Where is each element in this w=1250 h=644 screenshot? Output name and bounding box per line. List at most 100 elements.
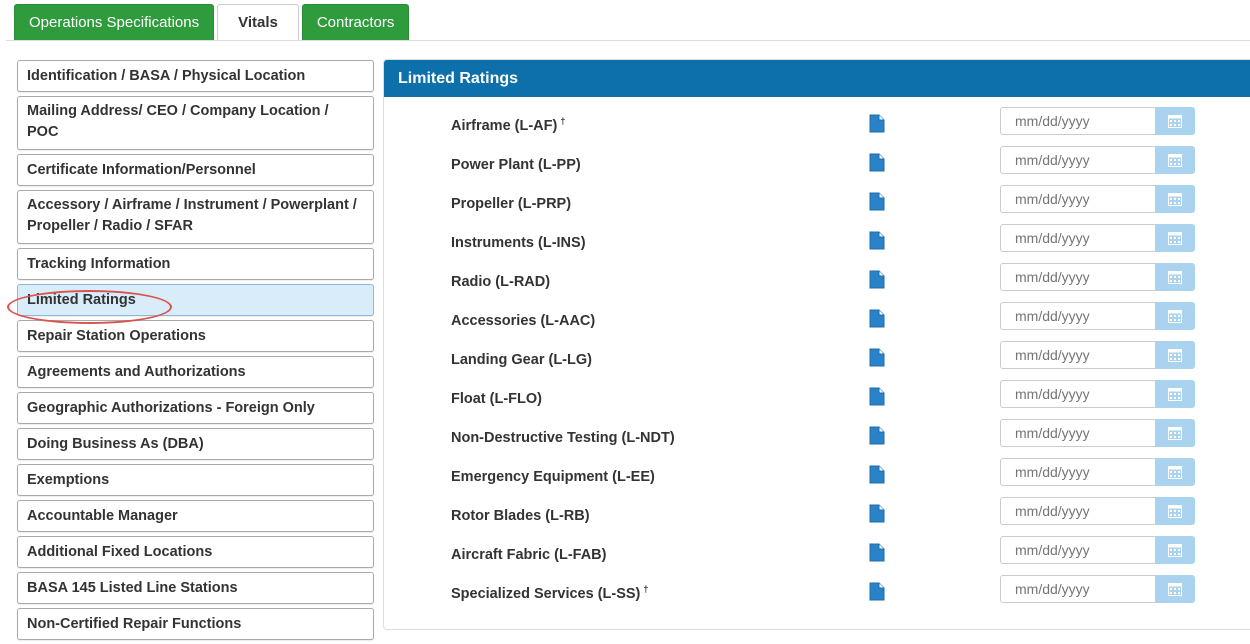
calendar-button[interactable]: [1155, 185, 1195, 213]
rating-label: Radio (L-RAD): [451, 273, 551, 290]
calendar-icon: [1168, 270, 1182, 284]
rating-label: Accessories (L-AAC): [451, 312, 596, 329]
rating-row: Accessories (L-AAC): [384, 302, 1250, 336]
calendar-button[interactable]: [1155, 263, 1195, 291]
panel-title: Limited Ratings: [384, 60, 1250, 97]
date-input[interactable]: [1000, 536, 1155, 564]
date-picker: [1000, 224, 1195, 252]
calendar-icon: [1168, 504, 1182, 518]
date-picker: [1000, 185, 1195, 213]
calendar-button[interactable]: [1155, 302, 1195, 330]
rating-label: Specialized Services (L-SS) †: [451, 584, 649, 602]
rating-label: Aircraft Fabric (L-FAB): [451, 546, 607, 563]
tab-operations-specifications[interactable]: Operations Specifications: [14, 4, 215, 40]
sidebar-item-certificate-information[interactable]: Certificate Information/Personnel: [17, 154, 374, 186]
date-input[interactable]: [1000, 341, 1155, 369]
calendar-button[interactable]: [1155, 458, 1195, 486]
calendar-button[interactable]: [1155, 380, 1195, 408]
rating-label: Power Plant (L-PP): [451, 156, 581, 173]
rating-label: Non-Destructive Testing (L-NDT): [451, 429, 675, 446]
sidebar-item-doing-business-as[interactable]: Doing Business As (DBA): [17, 428, 374, 460]
document-icon[interactable]: [869, 231, 885, 250]
rating-label: Landing Gear (L-LG): [451, 351, 592, 368]
document-icon[interactable]: [869, 153, 885, 172]
date-input[interactable]: [1000, 380, 1155, 408]
date-picker: [1000, 302, 1195, 330]
sidebar: Identification / BASA / Physical Locatio…: [17, 60, 374, 644]
document-icon[interactable]: [869, 582, 885, 601]
calendar-button[interactable]: [1155, 536, 1195, 564]
document-icon[interactable]: [869, 426, 885, 445]
document-icon[interactable]: [869, 114, 885, 133]
calendar-icon: [1168, 465, 1182, 479]
date-picker: [1000, 497, 1195, 525]
calendar-button[interactable]: [1155, 575, 1195, 603]
sidebar-item-tracking-information[interactable]: Tracking Information: [17, 248, 374, 280]
date-input[interactable]: [1000, 497, 1155, 525]
date-picker: [1000, 458, 1195, 486]
sidebar-item-additional-fixed-locations[interactable]: Additional Fixed Locations: [17, 536, 374, 568]
date-input[interactable]: [1000, 185, 1155, 213]
sidebar-item-non-certified-repair-functions[interactable]: Non-Certified Repair Functions: [17, 608, 374, 640]
document-icon[interactable]: [869, 504, 885, 523]
document-icon[interactable]: [869, 348, 885, 367]
sidebar-item-mailing-address[interactable]: Mailing Address/ CEO / Company Location …: [17, 96, 374, 150]
tab-bar: Operations Specifications Vitals Contrac…: [14, 4, 412, 41]
calendar-icon: [1168, 114, 1182, 128]
date-picker: [1000, 380, 1195, 408]
date-input[interactable]: [1000, 146, 1155, 174]
date-input[interactable]: [1000, 224, 1155, 252]
date-input[interactable]: [1000, 107, 1155, 135]
calendar-button[interactable]: [1155, 146, 1195, 174]
date-picker: [1000, 107, 1195, 135]
date-input[interactable]: [1000, 575, 1155, 603]
calendar-icon: [1168, 582, 1182, 596]
date-input[interactable]: [1000, 302, 1155, 330]
document-icon[interactable]: [869, 465, 885, 484]
document-icon[interactable]: [869, 192, 885, 211]
document-icon[interactable]: [869, 270, 885, 289]
calendar-icon: [1168, 348, 1182, 362]
rating-row: Rotor Blades (L-RB): [384, 497, 1250, 531]
sidebar-item-basa-145-line-stations[interactable]: BASA 145 Listed Line Stations: [17, 572, 374, 604]
date-picker: [1000, 419, 1195, 447]
rating-label: Emergency Equipment (L-EE): [451, 468, 655, 485]
calendar-icon: [1168, 387, 1182, 401]
rating-row: Specialized Services (L-SS) †: [384, 575, 1250, 609]
sidebar-item-accountable-manager[interactable]: Accountable Manager: [17, 500, 374, 532]
date-input[interactable]: [1000, 458, 1155, 486]
document-icon[interactable]: [869, 543, 885, 562]
calendar-button[interactable]: [1155, 497, 1195, 525]
document-icon[interactable]: [869, 387, 885, 406]
rating-row: Radio (L-RAD): [384, 263, 1250, 297]
sidebar-item-repair-station-operations[interactable]: Repair Station Operations: [17, 320, 374, 352]
sidebar-item-geographic-authorizations[interactable]: Geographic Authorizations - Foreign Only: [17, 392, 374, 424]
rating-label: Rotor Blades (L-RB): [451, 507, 590, 524]
rating-row: Power Plant (L-PP): [384, 146, 1250, 180]
sidebar-item-identification[interactable]: Identification / BASA / Physical Locatio…: [17, 60, 374, 92]
sidebar-item-agreements-authorizations[interactable]: Agreements and Authorizations: [17, 356, 374, 388]
rating-row: Instruments (L-INS): [384, 224, 1250, 258]
calendar-button[interactable]: [1155, 341, 1195, 369]
rating-row: Landing Gear (L-LG): [384, 341, 1250, 375]
sidebar-item-exemptions[interactable]: Exemptions: [17, 464, 374, 496]
calendar-icon: [1168, 153, 1182, 167]
date-picker: [1000, 263, 1195, 291]
rating-row: Airframe (L-AF) †: [384, 107, 1250, 141]
sidebar-item-limited-ratings[interactable]: Limited Ratings: [17, 284, 374, 316]
date-input[interactable]: [1000, 419, 1155, 447]
calendar-icon: [1168, 426, 1182, 440]
calendar-icon: [1168, 192, 1182, 206]
tab-vitals[interactable]: Vitals: [217, 4, 299, 41]
sidebar-item-accessory-airframe[interactable]: Accessory / Airframe / Instrument / Powe…: [17, 190, 374, 244]
document-icon[interactable]: [869, 309, 885, 328]
calendar-button[interactable]: [1155, 224, 1195, 252]
rating-row: Emergency Equipment (L-EE): [384, 458, 1250, 492]
date-input[interactable]: [1000, 263, 1155, 291]
calendar-button[interactable]: [1155, 107, 1195, 135]
tab-contractors[interactable]: Contractors: [301, 4, 410, 40]
calendar-button[interactable]: [1155, 419, 1195, 447]
dagger-mark: †: [643, 584, 649, 594]
rating-label: Propeller (L-PRP): [451, 195, 572, 212]
rating-label: Airframe (L-AF) †: [451, 116, 566, 134]
